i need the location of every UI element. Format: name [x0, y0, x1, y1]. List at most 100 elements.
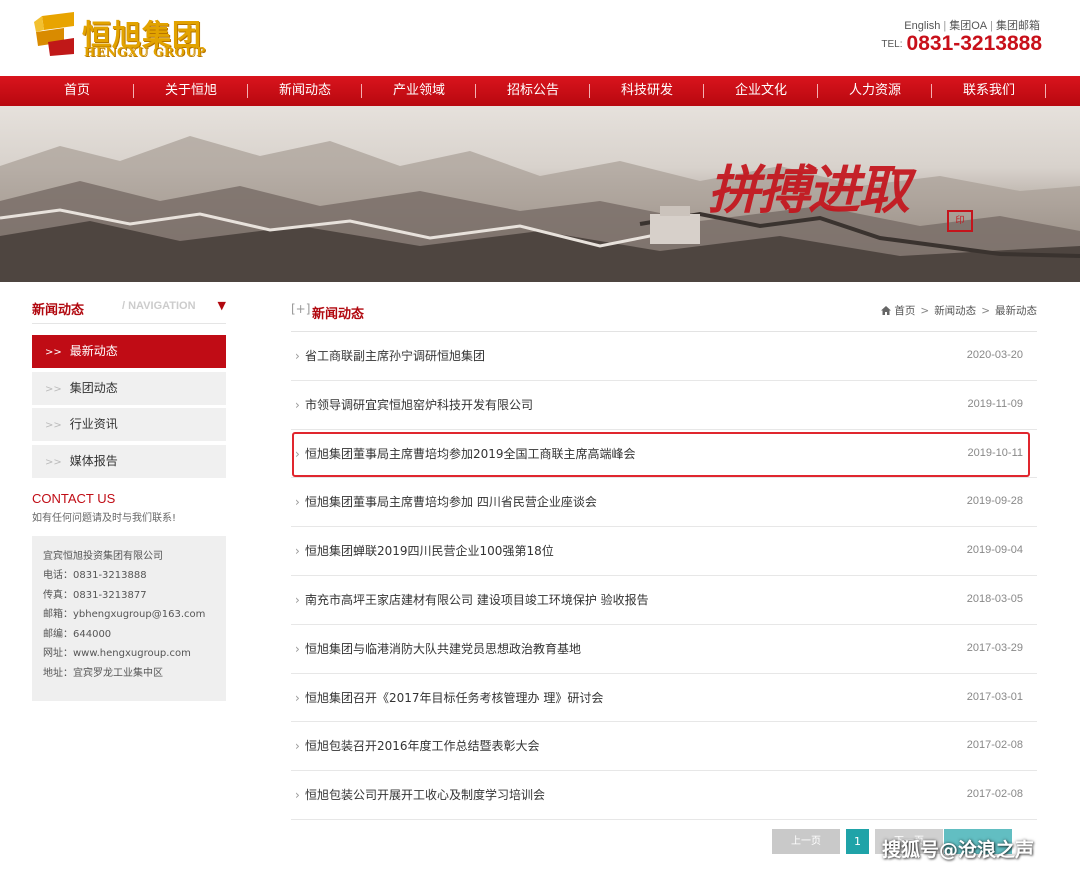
sidebar-item-label: 媒体报告	[69, 453, 118, 468]
contact-title: CONTACT US	[32, 490, 116, 506]
great-wall-landscape	[0, 136, 1080, 282]
nav-item-culture[interactable]: 企业文化	[704, 76, 818, 106]
nav-item-contact[interactable]: 联系我们	[932, 76, 1046, 106]
main-header: [+] 新闻动态 首页 > 新闻动态 > 最新动态	[291, 296, 1037, 332]
hero-banner: 拼搏进取	[0, 106, 1080, 282]
chevron-right-icon: ›	[295, 788, 300, 803]
tel-label: TEL:	[881, 38, 903, 50]
news-date: 2017-03-29	[966, 641, 1023, 654]
breadcrumb-separator: >	[981, 305, 990, 317]
sidebar-item-media[interactable]: >> 媒体报告	[32, 444, 226, 478]
nav-item-home[interactable]: 首页	[20, 76, 134, 106]
list-item[interactable]: › 恒旭包装公司开展开工收心及制度学习培训会 2017-02-08	[291, 771, 1037, 820]
divider: |	[990, 20, 993, 32]
list-item[interactable]: › 恒旭包装召开2016年度工作总结暨表彰大会 2017-02-08	[291, 722, 1037, 772]
list-item[interactable]: › 恒旭集团董事局主席曹培均参加2019全国工商联主席高端峰会 2019-10-11	[291, 430, 1037, 479]
sidebar-menu: >> 最新动态 >> 集团动态 >> 行业资讯 >> 媒体报告	[32, 335, 226, 478]
nav-item-news[interactable]: 新闻动态	[248, 76, 362, 106]
nav-item-about[interactable]: 关于恒旭	[134, 76, 248, 106]
sidebar-item-group[interactable]: >> 集团动态	[32, 371, 226, 405]
divider: |	[943, 20, 947, 32]
list-item[interactable]: › 恒旭集团与临港消防大队共建党员思想政治教育基地 2017-03-29	[291, 625, 1037, 674]
chevron-right-icon: ›	[295, 641, 300, 656]
sidebar-item-label: 最新动态	[69, 344, 118, 358]
contact-company: 宜宾恒旭投资集团有限公司	[43, 550, 163, 562]
chevron-right-icon: ›	[295, 495, 300, 510]
double-arrow-icon: >>	[45, 347, 62, 358]
news-title: 恒旭包装召开2016年度工作总结暨表彰大会	[305, 739, 540, 754]
chevron-right-icon: ›	[295, 349, 300, 363]
double-arrow-icon: >>	[45, 420, 62, 431]
nav-item-research[interactable]: 科技研发	[590, 76, 704, 106]
news-date: 2017-02-08	[966, 788, 1023, 801]
page-number-button[interactable]: 1	[846, 829, 869, 854]
news-title: 市领导调研宜宾恒旭窑炉科技开发有限公司	[305, 397, 534, 412]
chevron-right-icon: ›	[295, 446, 300, 461]
news-title: 南充市高坪王家店建材有限公司 建设项目竣工环境保护 验收报告	[305, 592, 649, 607]
contact-address: 地址：宜宾罗龙工业集中区	[43, 668, 163, 680]
tel-number: 0831-3213888	[906, 32, 1042, 55]
contact-fax: 传真：0831-3213877	[43, 589, 147, 601]
news-date: 2017-03-01	[966, 690, 1023, 703]
site-header: 恒旭集团 HENGXU GROUP English | 集团OA | 集团邮箱 TEL:…	[0, 0, 1080, 76]
mail-link[interactable]: 集团邮箱	[996, 20, 1040, 32]
sidebar-title: 新闻动态	[32, 303, 85, 318]
news-date: 2019-11-09	[967, 397, 1023, 410]
chevron-right-icon: ›	[295, 690, 300, 705]
contact-postcode: 邮编：644000	[43, 628, 112, 640]
nav-item-hr[interactable]: 人力资源	[818, 76, 932, 106]
list-item[interactable]: › 恒旭集团蝉联2019四川民营企业100强第18位 2019-09-04	[291, 527, 1037, 576]
plus-bracket-icon: [+]	[291, 302, 311, 316]
english-link[interactable]: English	[904, 20, 940, 32]
news-title: 恒旭包装公司开展开工收心及制度学习培训会	[305, 788, 546, 803]
news-title: 恒旭集团与临港消防大队共建党员思想政治教育基地	[305, 641, 582, 656]
logo[interactable]: 恒旭集团 HENGXU GROUP	[34, 12, 214, 60]
breadcrumb-latest[interactable]: 最新动态	[995, 305, 1037, 317]
news-date: 2018-03-05	[966, 592, 1023, 605]
news-date: 2017-02-08	[966, 739, 1023, 752]
list-item[interactable]: › 省工商联副主席孙宁调研恒旭集团 2020-03-20	[291, 332, 1037, 381]
chevron-right-icon: ›	[295, 592, 300, 607]
news-title: 恒旭集团召开《2017年目标任务考核管理办 理》研讨会	[305, 690, 604, 705]
sidebar-subtitle: / NAVIGATION	[122, 300, 196, 312]
contact-website: 网址：www.hengxugroup.com	[43, 648, 191, 660]
list-item[interactable]: › 市领导调研宜宾恒旭窑炉科技开发有限公司 2019-11-09	[291, 381, 1037, 430]
news-date: 2019-10-11	[967, 446, 1023, 459]
news-title: 恒旭集团董事局主席曹培均参加2019全国工商联主席高端峰会	[305, 446, 636, 461]
nav-item-industry[interactable]: 产业领域	[362, 76, 476, 106]
contact-email: 邮箱：ybhengxugroup@163.com	[43, 609, 206, 621]
banner-slogan: 拼搏进取	[708, 160, 910, 221]
list-item[interactable]: › 南充市高坪王家店建材有限公司 建设项目竣工环境保护 验收报告 2018-03-0…	[291, 576, 1037, 625]
chevron-down-icon: ▼	[217, 299, 226, 312]
page-title: 新闻动态	[312, 307, 365, 322]
contact-subtitle: 如有任何问题请及时与我们联系!	[32, 512, 177, 524]
double-arrow-icon: >>	[45, 383, 62, 395]
breadcrumb-news[interactable]: 新闻动态	[934, 305, 976, 317]
logo-mark-icon	[34, 12, 74, 56]
chevron-right-icon: ›	[295, 544, 300, 559]
phone-block: TEL: 0831-3213888	[881, 32, 1042, 56]
sidebar-item-label: 行业资讯	[69, 417, 118, 431]
news-date: 2019-09-28	[966, 495, 1023, 508]
news-date: 2019-09-04	[966, 544, 1023, 557]
breadcrumb: 首页 > 新闻动态 > 最新动态	[881, 303, 1037, 318]
prev-page-button[interactable]: 上一页	[772, 829, 840, 854]
news-list: › 省工商联副主席孙宁调研恒旭集团 2020-03-20 › 市领导调研宜宾恒旭窑炉科…	[291, 332, 1037, 820]
oa-link[interactable]: 集团OA	[949, 20, 987, 32]
breadcrumb-separator: >	[920, 305, 930, 317]
sidebar-item-latest[interactable]: >> 最新动态	[32, 335, 226, 368]
news-title: 省工商联副主席孙宁调研恒旭集团	[305, 349, 486, 363]
top-links: English | 集团OA | 集团邮箱	[904, 17, 1040, 33]
list-item[interactable]: › 恒旭集团董事局主席曹培均参加 四川省民营企业座谈会 2019-09-28	[291, 478, 1037, 528]
news-title: 恒旭集团蝉联2019四川民营企业100强第18位	[305, 544, 554, 559]
list-item[interactable]: › 恒旭集团召开《2017年目标任务考核管理办 理》研讨会 2017-03-01	[291, 674, 1037, 723]
home-icon	[881, 306, 892, 315]
contact-phone: 电话：0831-3213888	[43, 570, 147, 582]
sidebar-item-industry[interactable]: >> 行业资讯	[32, 408, 226, 441]
chevron-right-icon: ›	[295, 397, 300, 412]
news-date: 2020-03-20	[966, 349, 1023, 361]
nav-item-tender[interactable]: 招标公告	[476, 76, 590, 106]
sidebar: 新闻动态 / NAVIGATION ▼ >> 最新动态 >> 集团动态 >> 行业资讯…	[32, 296, 226, 701]
news-title: 恒旭集团董事局主席曹培均参加 四川省民营企业座谈会	[305, 495, 597, 510]
breadcrumb-home[interactable]: 首页	[894, 305, 915, 317]
